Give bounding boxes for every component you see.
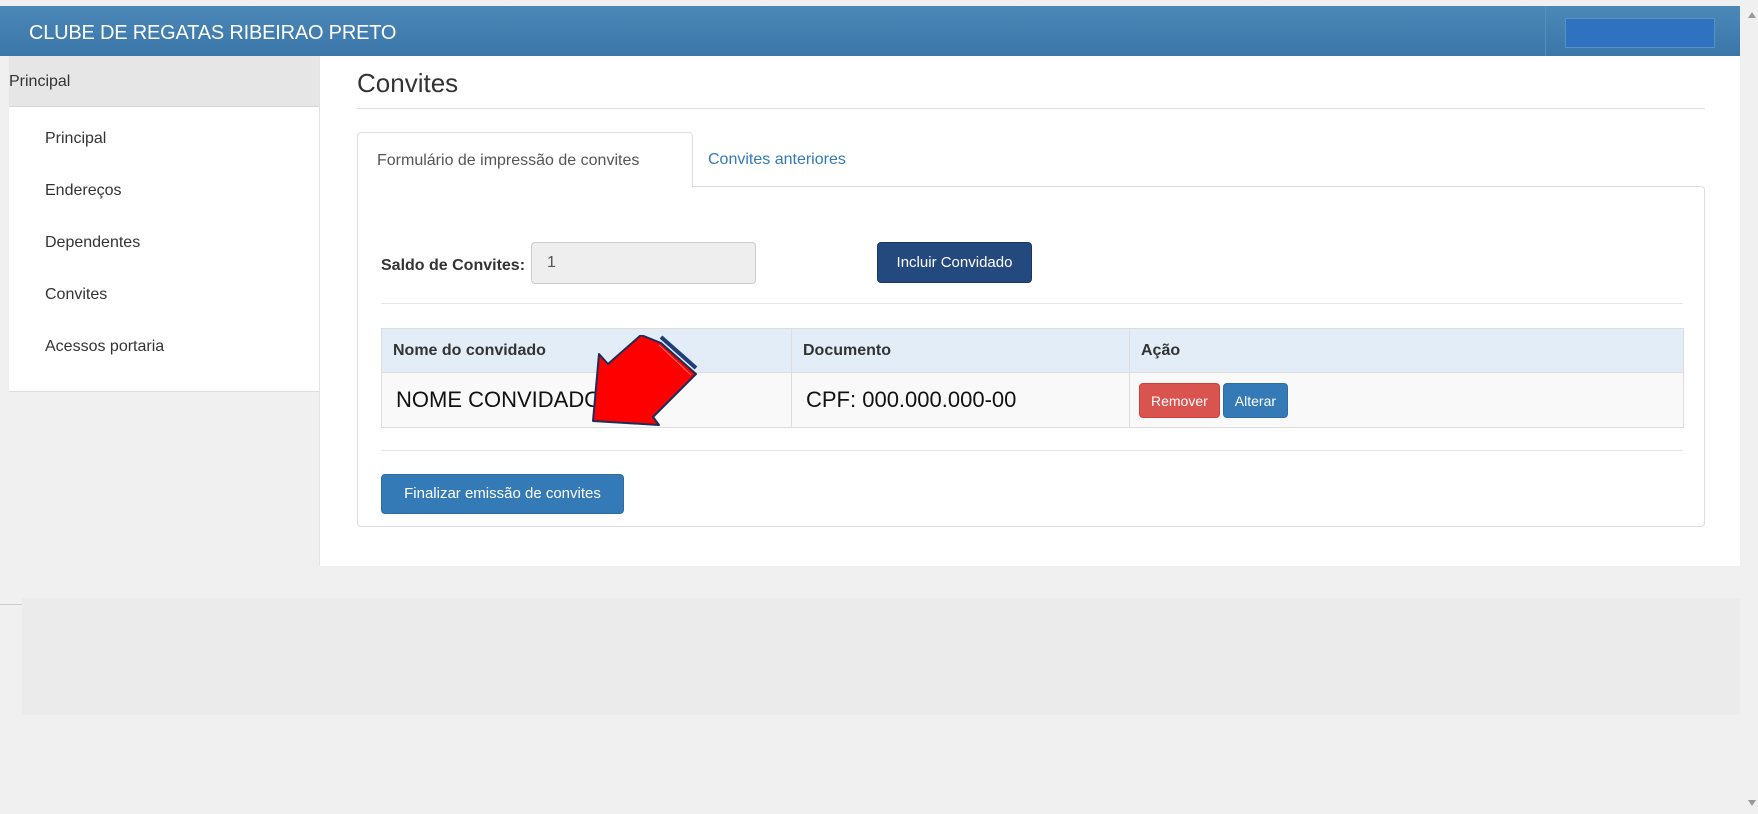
saldo-input[interactable]: [531, 242, 756, 284]
main-content: Convites Formulário de impressão de conv…: [319, 56, 1740, 566]
remover-button[interactable]: Remover: [1139, 382, 1220, 418]
saldo-label: Saldo de Convites:: [381, 257, 526, 274]
column-header-acao: Ação: [1129, 328, 1684, 373]
incluir-convidado-button[interactable]: Incluir Convidado: [877, 242, 1032, 283]
guest-document-cell: CPF: 000.000.000-00: [791, 372, 1130, 428]
sidebar: Principal Principal Endereços Dependente…: [9, 56, 319, 392]
header-divider: [1545, 6, 1546, 56]
tab-panel: Saldo de Convites: Incluir Convidado Nom…: [357, 186, 1705, 527]
table-row: NOME CONVIDADO CPF: 000.000.000-00 Remov…: [381, 372, 1684, 428]
tab-convites-anteriores[interactable]: Convites anteriores: [708, 132, 846, 188]
sidebar-item-convites[interactable]: Convites: [9, 275, 319, 327]
finalizar-emissao-button[interactable]: Finalizar emissão de convites: [381, 474, 624, 514]
user-menu[interactable]: [1565, 18, 1715, 48]
sidebar-item-dependentes[interactable]: Dependentes: [9, 223, 319, 275]
alterar-button[interactable]: Alterar: [1222, 382, 1289, 418]
sidebar-heading: Principal: [9, 56, 319, 107]
sidebar-item-acessos-portaria[interactable]: Acessos portaria: [9, 327, 319, 379]
divider: [381, 303, 1683, 304]
scroll-down-arrow-icon[interactable]: [1748, 800, 1756, 806]
app-title: CLUBE DE REGATAS RIBEIRAO PRETO: [29, 22, 397, 44]
sidebar-item-principal[interactable]: Principal: [9, 119, 319, 171]
sidebar-item-enderecos[interactable]: Endereços: [9, 171, 319, 223]
table-header-row: Nome do convidado Documento Ação: [381, 328, 1684, 373]
column-header-documento: Documento: [791, 328, 1130, 373]
title-divider: [357, 108, 1705, 109]
footer-band: [22, 598, 1740, 715]
footer-edge: [0, 604, 22, 605]
tab-formulario-impressao[interactable]: Formulário de impressão de convites: [357, 132, 693, 188]
scroll-up-arrow-icon[interactable]: [1748, 12, 1756, 18]
page-title: Convites: [357, 68, 459, 98]
red-arrow-icon: [592, 335, 698, 426]
divider: [381, 450, 1683, 451]
sidebar-menu: Principal Endereços Dependentes Convites…: [9, 107, 319, 379]
guest-action-cell: Remover Alterar: [1129, 372, 1684, 428]
app-header: CLUBE DE REGATAS RIBEIRAO PRETO: [0, 6, 1740, 56]
guest-table: Nome do convidado Documento Ação NOME CO…: [381, 328, 1684, 428]
